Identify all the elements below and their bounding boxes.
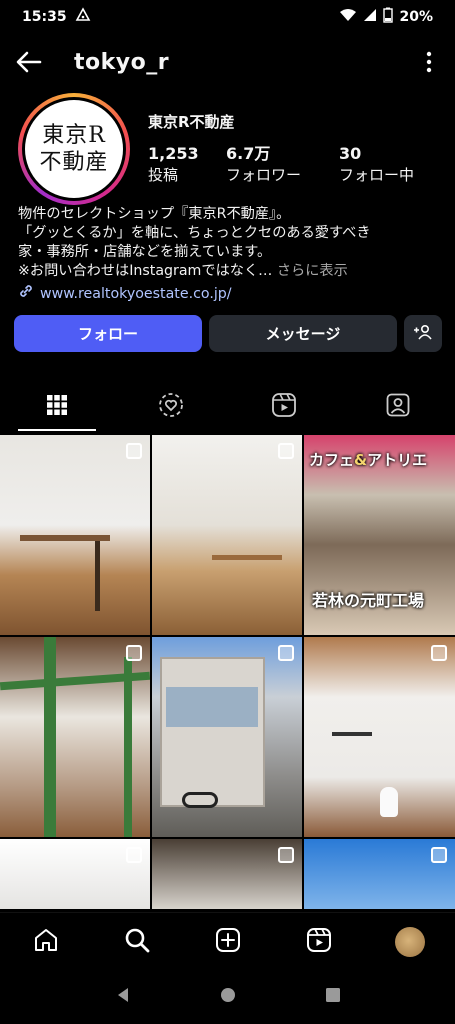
system-recents-icon[interactable]	[324, 986, 342, 1008]
website-link[interactable]: www.realtokyoestate.co.jp/	[18, 283, 443, 305]
stat-following[interactable]: 30 フォロー中	[339, 143, 439, 185]
post-image-detail	[380, 787, 398, 817]
nav-search[interactable]	[91, 913, 182, 971]
tab-reels[interactable]	[228, 383, 342, 431]
profile-actions: フォロー メッセージ	[14, 315, 442, 352]
post-thumbnail[interactable]	[0, 839, 150, 909]
stat-label: フォロワー	[226, 165, 302, 184]
post-image-detail	[124, 657, 132, 837]
carousel-icon	[278, 847, 294, 863]
bio-line: 家・事務所・店舗などを揃えています。	[18, 244, 272, 260]
post-thumbnail[interactable]	[0, 435, 150, 635]
reels-icon	[271, 392, 297, 422]
avatar: 東京R 不動産	[25, 100, 123, 198]
bio-line: 物件のセレクトショップ『東京R不動産』。	[18, 206, 291, 222]
system-navigation	[0, 970, 455, 1024]
stat-label: 投稿	[148, 165, 179, 184]
display-name: 東京R不動産	[148, 113, 235, 131]
tab-tagged[interactable]	[341, 383, 455, 431]
add-user-icon	[413, 324, 433, 344]
profile-avatar	[394, 927, 425, 957]
post-image-detail	[160, 657, 265, 807]
system-home-icon[interactable]	[219, 986, 237, 1008]
follow-button[interactable]: フォロー	[14, 315, 202, 352]
reels-heart-icon	[157, 391, 185, 423]
post-thumbnail[interactable]	[152, 435, 302, 635]
see-more-link[interactable]: さらに表示	[277, 263, 348, 279]
status-bar: 15:35 20%	[0, 0, 455, 34]
carousel-icon	[278, 443, 294, 459]
link-icon	[18, 283, 34, 305]
profile-header: tokyo_r	[0, 38, 455, 86]
reels-icon	[306, 927, 332, 957]
post-image-detail	[166, 687, 258, 727]
website-url: www.realtokyoestate.co.jp/	[40, 285, 232, 302]
avatar-logo-line2: 不動産	[39, 150, 109, 175]
stat-posts[interactable]: 1,253 投稿	[148, 143, 226, 185]
back-arrow-icon[interactable]	[14, 47, 44, 77]
more-options-icon[interactable]	[417, 47, 441, 77]
carousel-icon	[126, 443, 142, 459]
post-image-detail	[212, 555, 282, 585]
post-overlay-title-part: アトリエ	[367, 451, 428, 469]
nav-profile[interactable]	[364, 913, 455, 971]
nav-reels[interactable]	[273, 913, 364, 971]
post-thumbnail[interactable]	[152, 637, 302, 837]
bio-line: 「グッとくるか」を軸に、ちょっとクセのある愛すべき	[18, 225, 371, 241]
post-thumbnail[interactable]	[152, 839, 302, 909]
tab-reposts[interactable]	[114, 383, 228, 431]
carousel-icon	[431, 645, 447, 661]
profile-tabs	[0, 383, 455, 431]
stat-label: フォロー中	[339, 165, 415, 184]
post-overlay-caption: 若林の元町工場	[312, 591, 425, 610]
post-thumbnail[interactable]	[304, 839, 455, 909]
create-icon	[215, 927, 241, 957]
bio-line-with-more: ※お問い合わせはInstagramではなく… さらに表示	[18, 262, 443, 281]
profile-bio: 物件のセレクトショップ『東京R不動産』。 「グッとくるか」を軸に、ちょっとクセの…	[18, 205, 443, 305]
battery-icon	[383, 7, 394, 27]
home-icon	[33, 927, 59, 957]
posts-grid: カフェ&アトリエ 若林の元町工場	[0, 435, 455, 909]
avatar-logo-line1: 東京R	[42, 122, 106, 148]
bottom-navigation	[0, 912, 455, 970]
carousel-icon	[126, 847, 142, 863]
stat-followers[interactable]: 6.7万 フォロワー	[226, 143, 339, 185]
story-ring[interactable]: 東京R 不動産	[18, 93, 130, 205]
grid-icon	[46, 394, 68, 420]
signal-icon	[363, 8, 377, 26]
system-back-icon[interactable]	[114, 986, 132, 1008]
post-overlay-title-amp: &	[354, 451, 368, 469]
post-image-detail	[44, 637, 56, 837]
bio-line: ※お問い合わせはInstagramではなく…	[18, 263, 273, 279]
carousel-icon	[431, 847, 447, 863]
carousel-icon	[126, 645, 142, 661]
post-overlay-title: カフェ&アトリエ	[309, 449, 427, 470]
stat-value: 30	[339, 144, 362, 163]
stat-value: 6.7万	[226, 144, 271, 163]
carousel-icon	[278, 645, 294, 661]
suggested-users-button[interactable]	[404, 315, 442, 352]
post-thumbnail[interactable]: カフェ&アトリエ 若林の元町工場	[304, 435, 455, 635]
post-thumbnail[interactable]	[0, 637, 150, 837]
post-image-detail	[332, 732, 372, 736]
battery-percent: 20%	[399, 9, 433, 25]
search-icon	[124, 927, 150, 957]
post-image-detail	[182, 792, 218, 808]
profile-stats: 1,253 投稿 6.7万 フォロワー 30 フォロー中	[148, 143, 439, 185]
stat-value: 1,253	[148, 144, 199, 163]
app-notification-icon	[75, 7, 91, 27]
nav-create[interactable]	[182, 913, 273, 971]
tagged-icon	[385, 392, 411, 422]
status-time: 15:35	[22, 9, 67, 25]
post-overlay-title-part: カフェ	[309, 451, 355, 469]
message-button[interactable]: メッセージ	[209, 315, 397, 352]
tab-posts-grid[interactable]	[0, 383, 114, 431]
wifi-icon	[339, 8, 357, 26]
nav-home[interactable]	[0, 913, 91, 971]
post-image-detail	[95, 541, 100, 611]
post-thumbnail[interactable]	[304, 637, 455, 837]
username-title: tokyo_r	[74, 49, 170, 75]
